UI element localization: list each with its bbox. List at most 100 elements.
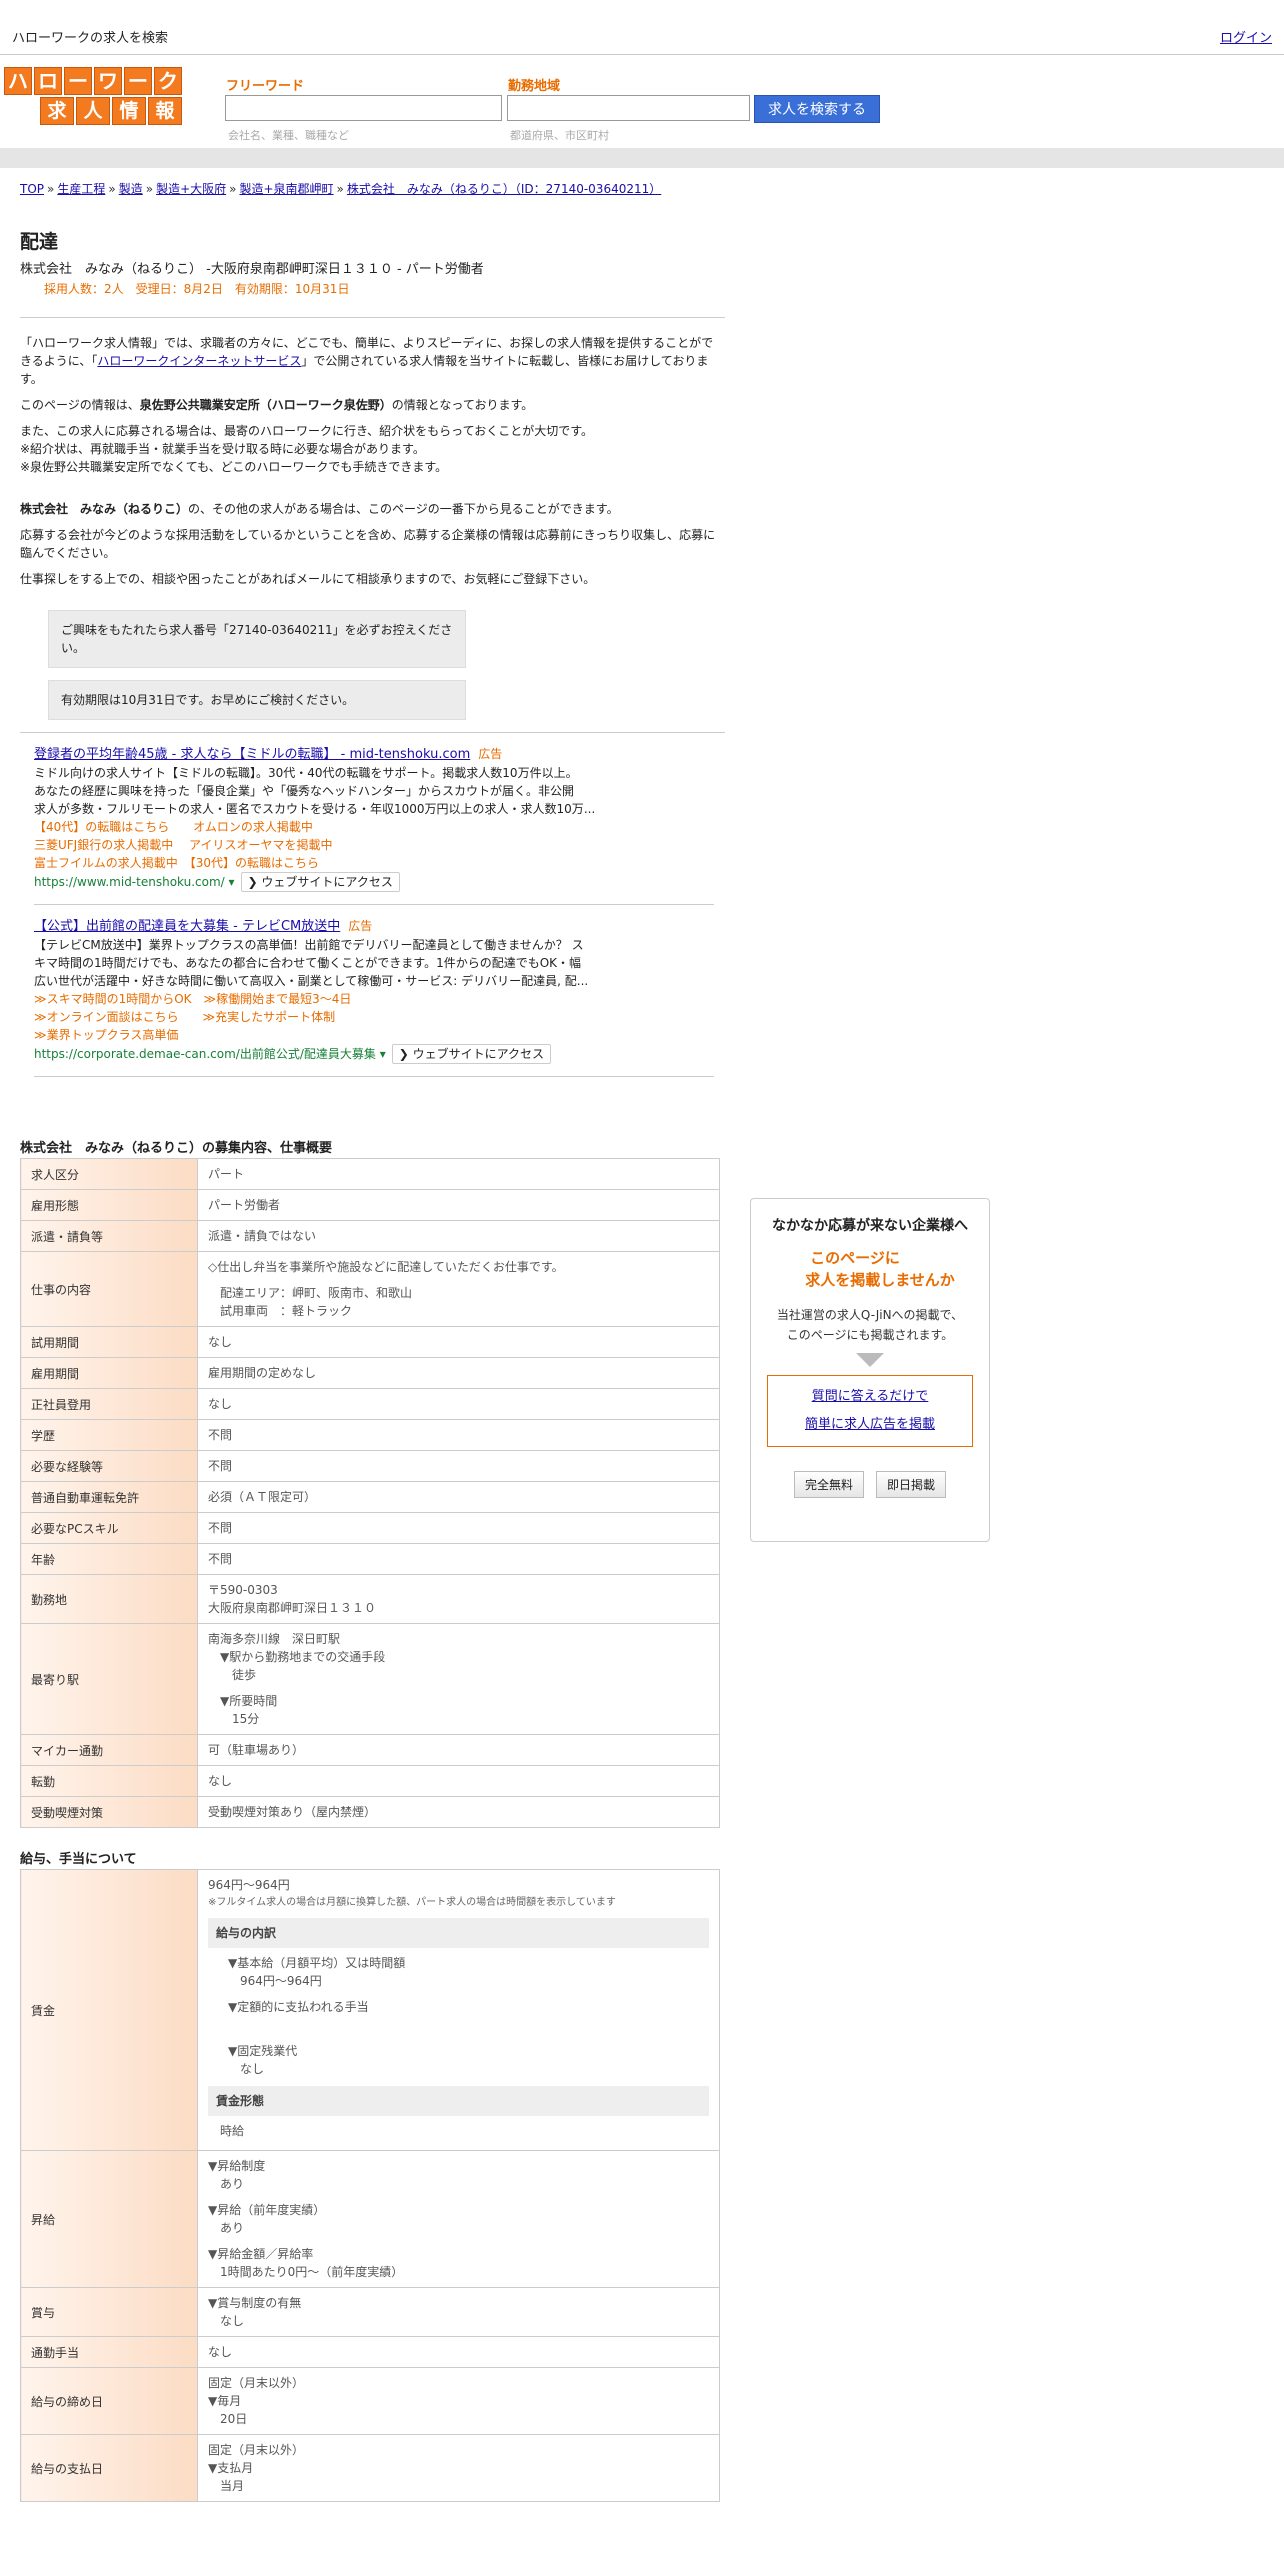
dropdown-icon[interactable]: ▾ [376, 1047, 386, 1061]
ad-sitelink[interactable]: ≫スキマ時間の1時間からOK ≫稼働開始まで最短3～4日 [34, 990, 714, 1008]
row-value-line: 雇用期間の定めなし [208, 1366, 317, 1380]
breadcrumb-link[interactable]: 株式会社 みなみ（ねるりこ）（ID：27140-03640211） [347, 182, 661, 196]
row-value: 不問 [197, 1543, 720, 1575]
breadcrumb-link[interactable]: TOP [20, 182, 44, 196]
row-label: 賃金 [20, 1869, 198, 2151]
job-title: 配達 [20, 231, 59, 253]
overview-title: 株式会社 みなみ（ねるりこ）の募集内容、仕事概要 [20, 1141, 333, 1156]
row-label: 求人区分 [20, 1158, 198, 1190]
expiry-notice: 有効期限は10月31日です。お早めにご検討ください。 [48, 680, 466, 720]
ad-sitelink[interactable]: 【40代】の転職はこちら オムロンの求人掲載中 [34, 818, 714, 836]
table-row: 転勤 なし [20, 1765, 720, 1797]
salary-table: 賃金 964円〜964円 ※フルタイム求人の場合は月額に換算した額、パート求人の… [20, 1869, 720, 2502]
area-input[interactable] [507, 95, 750, 121]
logo-char: ー [124, 67, 152, 95]
advertise-heading: なかなか応募が来ない企業様へ [772, 1218, 968, 1234]
ad-sitelink[interactable]: ≫業界トップクラス高単価 [34, 1026, 714, 1044]
search-button[interactable]: 求人を検索する [754, 95, 880, 123]
login-link[interactable]: ログイン [1220, 27, 1272, 46]
salary-title: 給与、手当について [20, 1852, 137, 1867]
row-label: 雇用形態 [20, 1189, 198, 1221]
visit-website-button[interactable]: ❯ ウェブサイトにアクセス [240, 872, 400, 892]
advertise-catch: このページに 求人を掲載しませんか [805, 1249, 955, 1289]
row-value: 派遣・請負ではない [197, 1220, 720, 1252]
divider [20, 317, 725, 318]
ad-sitelink[interactable]: 三菱UFJ銀行の求人掲載中 アイリスオーヤマを掲載中 [34, 836, 714, 854]
row-value: 〒590-0303 大阪府泉南郡岬町深日１３１０ [197, 1574, 720, 1624]
row-value-line: あり [208, 2177, 245, 2191]
breadcrumb-link[interactable]: 製造+泉南郡岬町 [239, 182, 333, 196]
row-value: 必須（ＡＴ限定可） [197, 1481, 720, 1513]
job-number-notice: ご興味をもたれたら求人番号「27140-03640211」を必ずお控えください。 [48, 610, 466, 668]
breadcrumb-link[interactable]: 製造+大阪府 [156, 182, 226, 196]
row-label: 給与の支払日 [20, 2434, 198, 2502]
freeword-hint: 会社名、業種、職種など [228, 129, 349, 142]
wage-note: ※フルタイム求人の場合は月額に換算した額、パート求人の場合は時間額を表示していま… [208, 1897, 616, 1908]
breadcrumb-separator: » [336, 182, 344, 196]
row-label: 通勤手当 [20, 2336, 198, 2368]
freeword-input[interactable] [225, 95, 502, 121]
row-value: 受動喫煙対策あり（屋内禁煙） [197, 1796, 720, 1828]
row-value-line: 1時間あたり0円〜（前年度実績） [208, 2265, 404, 2279]
ad-url[interactable]: https://www.mid-tenshoku.com/ [34, 875, 225, 889]
row-value-line: 不問 [208, 1552, 233, 1566]
ad-sitelink[interactable]: ≫オンライン面談はこちら ≫充実したサポート体制 [34, 1008, 714, 1026]
intro-paragraph-6: 株式会社 みなみ（ねるりこ）の、その他の求人がある場合は、このページの一番下から… [20, 502, 619, 516]
advertise-link-2[interactable]: 簡単に求人広告を掲載 [805, 1417, 935, 1432]
row-value-line [208, 1276, 709, 1284]
dropdown-icon[interactable]: ▾ [225, 875, 235, 889]
row-label: 転勤 [20, 1765, 198, 1797]
row-value: 可（駐車場あり） [197, 1734, 720, 1766]
visit-website-button[interactable]: ❯ ウェブサイトにアクセス [391, 1044, 552, 1064]
table-row: 学歴 不問 [20, 1419, 720, 1451]
advertise-link-1[interactable]: 質問に答えるだけで [812, 1389, 929, 1404]
row-label: 派遣・請負等 [20, 1220, 198, 1252]
ad-sitelink[interactable]: 富士フイルムの求人掲載中 【30代】の転職はこちら [34, 854, 714, 872]
row-value-line: 南海多奈川線 深日町駅 [208, 1632, 341, 1646]
row-value-line: ▼毎月 [208, 2394, 242, 2408]
row-value-line: なし [208, 1774, 233, 1788]
ad-url[interactable]: https://corporate.demae-can.com/出前館公式/配達… [34, 1047, 376, 1061]
row-value-line: なし [208, 2345, 233, 2359]
table-row: 試用期間 なし [20, 1326, 720, 1358]
row-label: 正社員登用 [20, 1388, 198, 1420]
intro-paragraph-1: 「ハローワーク求人情報」では、求職者の方々に、どこでも、簡単に、よりスピーディに… [20, 336, 714, 386]
ad-body-line: キマ時間の1時間だけでも、あなたの都合に合わせて働くことができます。1件からの配… [34, 956, 582, 970]
hellowork-internet-service-link[interactable]: ハローワークインターネットサービス [97, 354, 301, 368]
ad-url-row: https://www.mid-tenshoku.com/ ▾ ❯ ウェブサイトに… [34, 872, 714, 892]
breadcrumb-link[interactable]: 生産工程 [57, 182, 105, 196]
row-value: ▼昇給制度 あり ▼昇給（前年度実績） あり ▼昇給金額／昇給率 1時間あたり0円〜… [197, 2150, 720, 2288]
breadcrumb-separator: » [108, 182, 116, 196]
logo-row-1: ハローワーク [4, 67, 182, 95]
area-hint: 都道府県、市区町村 [510, 129, 609, 142]
free-button[interactable]: 完全無料 [793, 1471, 864, 1498]
table-row: 受動喫煙対策 受動喫煙対策あり（屋内禁煙） [20, 1796, 720, 1828]
row-value: 固定（月末以外） ▼支払月 当月 [197, 2434, 720, 2502]
logo-char: ワ [94, 67, 122, 95]
row-value-line: ▼昇給制度 [208, 2159, 266, 2173]
ad-body-line: あなたの経歴に興味を持った「優良企業」や「優秀なヘッドハンター」からスカウトが届… [34, 784, 575, 798]
row-value: なし [197, 2336, 720, 2368]
table-row: 昇給 ▼昇給制度 あり ▼昇給（前年度実績） あり ▼昇給金額／昇給率 1時間あたり0… [20, 2150, 720, 2288]
hellowork-logo[interactable]: ハローワーク 求人情報 [4, 67, 182, 125]
row-value-line: 可（駐車場あり） [208, 1743, 305, 1757]
ad-title-link[interactable]: 登録者の平均年齢45歳 - 求人なら【ミドルの転職】 - mid-tenshok… [34, 747, 470, 762]
row-value-line: あり [208, 2221, 245, 2235]
breadcrumb-separator: » [229, 182, 237, 196]
row-label: 勤務地 [20, 1574, 198, 1624]
row-value-line: 〒590-0303 [208, 1583, 278, 1597]
row-value-line: ▼賞与制度の有無 [208, 2296, 302, 2310]
row-label: 必要なPCスキル [20, 1512, 198, 1544]
site-title: ハローワークの求人を検索 [12, 31, 169, 46]
row-label: マイカー通勤 [20, 1734, 198, 1766]
row-value-line: 配達エリア：岬町、阪南市、和歌山 [208, 1286, 413, 1300]
breadcrumb-link[interactable]: 製造 [119, 182, 143, 196]
advertise-body: 当社運営の求人Q-JiNへの掲載で、 このページにも掲載されます。 [776, 1308, 964, 1342]
intro-paragraph-5: ※泉佐野公共職業安定所でなくても、どこのハローワークでも手続きできます。 [20, 460, 448, 474]
ad-title-link[interactable]: 【公式】出前館の配達員を大募集 - テレビCM放送中 [34, 919, 340, 934]
overview-table: 求人区分 パート 雇用形態 パート労働者 派遣・請負等 派遣・請負ではない 仕事の内容 ◇仕出… [20, 1158, 720, 1828]
row-value-line: なし [208, 2314, 245, 2328]
intro-paragraph-7: 応募する会社が今どのような採用活動をしているかということを含め、応募する企業様の… [20, 528, 716, 560]
same-day-button[interactable]: 即日掲載 [876, 1471, 947, 1498]
job-meta: 採用人数：2人 受理日：8月2日 有効期限：10月31日 [44, 282, 350, 296]
